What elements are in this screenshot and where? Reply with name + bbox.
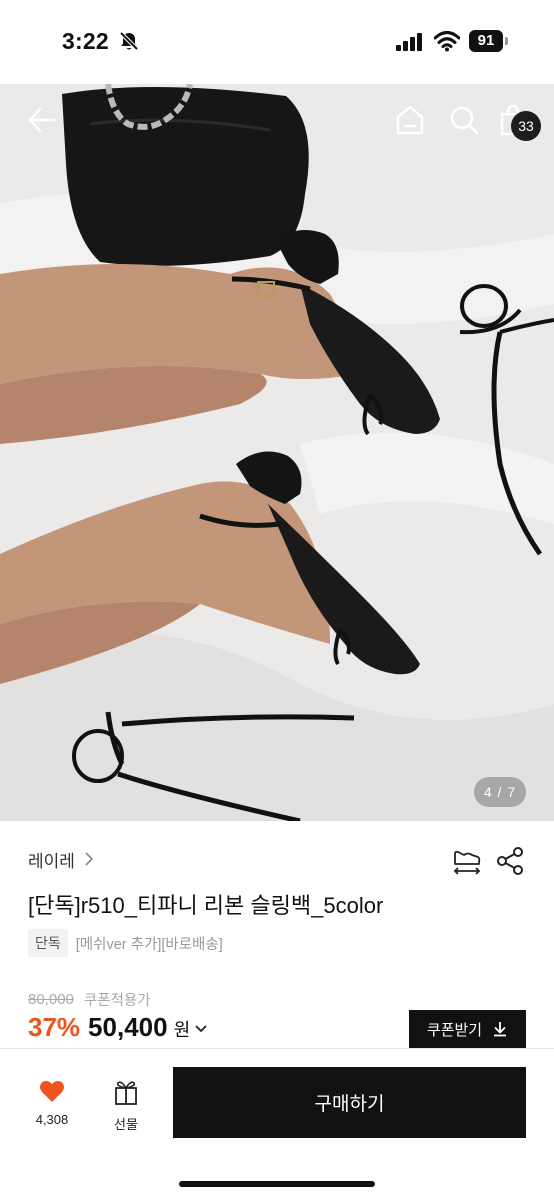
- search-icon[interactable]: [446, 102, 482, 138]
- status-time: 3:22: [62, 28, 109, 54]
- like-button[interactable]: 4,308: [28, 1079, 76, 1133]
- cellular-signal-icon: [396, 33, 422, 51]
- original-price-row: 80,000 쿠폰적용가: [28, 989, 151, 1010]
- home-icon[interactable]: [392, 102, 428, 138]
- like-count: 4,308: [35, 1112, 69, 1127]
- battery-level: 91: [469, 30, 503, 52]
- product-title: [단독]r510_티파니 리본 슬링백_5color: [28, 893, 384, 918]
- price-row[interactable]: 37% 50,400 원: [28, 1012, 208, 1043]
- tag-note: [메쉬ver 추가][바로배송]: [75, 936, 223, 953]
- status-bar: 3:22 91: [0, 0, 554, 84]
- battery-tip: [505, 37, 508, 45]
- chevron-right-icon: [85, 852, 94, 866]
- brand-name: 레이레: [28, 851, 75, 871]
- chevron-down-icon[interactable]: [194, 1022, 208, 1036]
- currency-unit: 원: [173, 1020, 191, 1040]
- gift-button[interactable]: 선물: [104, 1079, 148, 1133]
- sale-price: 50,400: [88, 1012, 168, 1042]
- exclusive-tag: 단독: [28, 929, 68, 957]
- product-tags: 단독 [메쉬ver 추가][바로배송]: [28, 929, 223, 957]
- bell-off-icon: [119, 31, 139, 51]
- gift-icon: [115, 1081, 137, 1105]
- cart-count-badge[interactable]: 33: [511, 111, 541, 141]
- heart-icon: [40, 1080, 64, 1102]
- download-icon: [494, 1022, 507, 1037]
- discount-rate: 37%: [28, 1012, 81, 1042]
- battery-indicator: 91: [469, 30, 509, 52]
- size-compare-icon[interactable]: [452, 846, 482, 876]
- wifi-icon: [434, 31, 460, 52]
- product-photo: [0, 84, 554, 821]
- brand-link[interactable]: 레이레: [28, 846, 95, 872]
- home-indicator[interactable]: [179, 1181, 375, 1187]
- share-icon[interactable]: [496, 846, 524, 876]
- coupon-applied-label: 쿠폰적용가: [83, 993, 151, 1009]
- buy-button[interactable]: 구매하기: [173, 1067, 526, 1138]
- original-price: 80,000: [28, 991, 74, 1008]
- image-counter: 4 / 7: [474, 777, 526, 807]
- get-coupon-button[interactable]: 쿠폰받기: [409, 1010, 526, 1048]
- product-image-gallery[interactable]: [0, 84, 554, 821]
- gift-label: 선물: [114, 1117, 138, 1132]
- get-coupon-label: 쿠폰받기: [426, 1021, 483, 1039]
- back-arrow-icon[interactable]: [24, 102, 60, 138]
